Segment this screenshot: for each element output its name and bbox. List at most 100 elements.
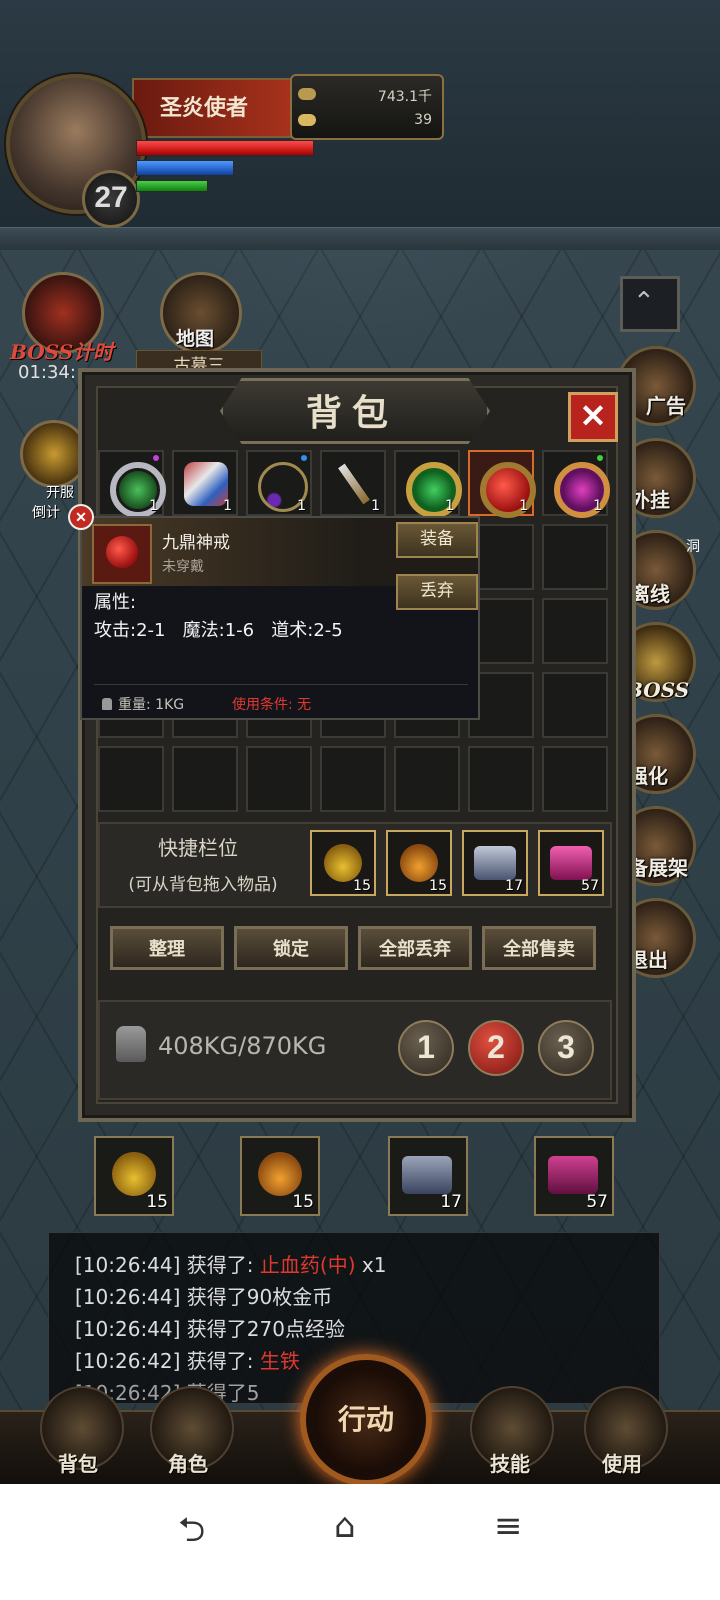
equip-button[interactable]: 装备 xyxy=(396,522,478,558)
inventory-slot[interactable] xyxy=(468,746,534,812)
collapse-up-button[interactable]: ⌃ xyxy=(620,276,680,332)
log-line: [10:26:44] 获得了90枚金币 xyxy=(75,1285,333,1309)
lock-button[interactable]: 锁定 xyxy=(234,926,348,970)
skill-menu-label: 技能 xyxy=(490,1452,530,1476)
inventory-slot[interactable]: 1 xyxy=(320,450,386,516)
quality-dot xyxy=(301,455,307,461)
inventory-slot[interactable] xyxy=(542,672,608,738)
close-button[interactable]: ✕ xyxy=(568,392,618,442)
tooltip-attr-label: 属性: xyxy=(94,592,137,613)
inventory-slot[interactable] xyxy=(542,746,608,812)
hotbar-slot[interactable]: 57 xyxy=(534,1136,614,1216)
item-count: 15 xyxy=(146,1192,168,1212)
hotbar-slot[interactable]: 17 xyxy=(388,1136,468,1216)
tooltip-divider xyxy=(94,684,468,685)
discard-all-button[interactable]: 全部丢弃 xyxy=(358,926,472,970)
hp-bar xyxy=(136,140,314,156)
side-label-display: 备展架 xyxy=(628,856,688,880)
side-label-offline: 离线 xyxy=(630,582,670,606)
exp-bar xyxy=(136,180,208,192)
item-count: 1 xyxy=(445,498,454,514)
quick-slot[interactable]: 17 xyxy=(462,830,528,896)
gold-amount: 743.1千 xyxy=(377,89,432,105)
item-count: 17 xyxy=(505,878,523,894)
tooltip-close-icon[interactable]: ✕ xyxy=(68,504,94,530)
inventory-slot[interactable] xyxy=(542,598,608,664)
action-label: 行动 xyxy=(337,1403,394,1436)
item-count: 1 xyxy=(371,498,380,514)
ingot-amount: 39 xyxy=(414,112,432,128)
system-nav-bar xyxy=(0,1484,720,1600)
item-count: 1 xyxy=(297,498,306,514)
inventory-slot[interactable] xyxy=(172,746,238,812)
boss-timer-time: 01:34: xyxy=(18,362,76,383)
inventory-slot[interactable]: 1 xyxy=(542,450,610,518)
action-button[interactable]: 行动 xyxy=(300,1354,432,1486)
potion-orange-icon xyxy=(258,1152,302,1196)
player-name: 圣炎使者 xyxy=(160,96,249,121)
sell-all-button[interactable]: 全部售卖 xyxy=(482,926,596,970)
item-count: 15 xyxy=(429,878,447,894)
item-count: 1 xyxy=(593,498,602,514)
item-count: 15 xyxy=(292,1192,314,1212)
hotbar-slot[interactable]: 15 xyxy=(240,1136,320,1216)
tooltip-item-name: 九鼎神戒 xyxy=(162,533,230,553)
currency-panel: 743.1千 39 xyxy=(290,74,444,140)
item-tooltip: 九鼎神戒 未穿戴 装备 丢弃 属性: 攻击:2-1 魔法:1-6 道术:2-5 … xyxy=(80,516,480,720)
inventory-slot[interactable]: 1 xyxy=(98,450,166,518)
quick-slot[interactable]: 57 xyxy=(538,830,604,896)
kaifu-label: 开服 xyxy=(46,485,74,501)
menu-icon[interactable]: ≡ xyxy=(494,1506,523,1546)
hotbar-slot[interactable]: 15 xyxy=(94,1136,174,1216)
boss-timer-label: BOSS计时 xyxy=(10,340,114,364)
potion-yellow-icon xyxy=(112,1152,156,1196)
page-button-3[interactable]: 3 xyxy=(538,1020,594,1076)
item-count: 1 xyxy=(223,498,232,514)
inventory-slot[interactable] xyxy=(320,746,386,812)
inventory-slot[interactable] xyxy=(394,746,460,812)
back-icon[interactable]: ⮌ xyxy=(178,1506,205,1563)
scroll-grey-icon xyxy=(402,1156,452,1194)
inventory-slot[interactable]: 1 xyxy=(172,450,238,516)
quick-slot[interactable]: 15 xyxy=(386,830,452,896)
inventory-slot-selected[interactable]: 1 xyxy=(468,450,536,518)
weight-icon xyxy=(116,1026,146,1062)
quick-bar-hint: (可从背包拖入物品) xyxy=(128,875,278,895)
inventory-slot[interactable] xyxy=(246,746,312,812)
quick-bar-label: 快捷栏位 xyxy=(158,836,238,860)
armor-item-icon xyxy=(184,462,228,506)
player-level: 27 xyxy=(82,170,140,228)
quality-dot xyxy=(597,455,603,461)
use-menu-label: 使用 xyxy=(602,1452,642,1476)
side-edge-text: 洞 xyxy=(686,539,700,555)
blade-item-icon xyxy=(338,463,370,505)
inventory-slot[interactable]: 1 xyxy=(394,450,462,518)
home-icon[interactable]: ⌂ xyxy=(334,1506,356,1546)
side-label-ad: 广告 xyxy=(646,394,686,418)
quality-dot xyxy=(153,455,159,461)
countdown-label: 倒计 xyxy=(32,505,60,521)
ingot-icon xyxy=(298,114,316,126)
sort-button[interactable]: 整理 xyxy=(110,926,224,970)
gold-icon xyxy=(298,88,316,100)
inventory-slot[interactable] xyxy=(98,746,164,812)
tooltip-item-icon xyxy=(92,524,152,584)
discard-button[interactable]: 丢弃 xyxy=(396,574,478,610)
item-count: 17 xyxy=(440,1192,462,1212)
item-count: 15 xyxy=(353,878,371,894)
item-count: 57 xyxy=(586,1192,608,1212)
quick-slot[interactable]: 15 xyxy=(310,830,376,896)
log-line: [10:26:44] 获得了: 止血药(中) x1 xyxy=(75,1253,387,1277)
inventory-slot[interactable]: 1 xyxy=(246,450,312,516)
inventory-slot[interactable] xyxy=(542,524,608,590)
item-count: 57 xyxy=(581,878,599,894)
role-menu-label: 角色 xyxy=(168,1452,208,1476)
page-button-2[interactable]: 2 xyxy=(468,1020,524,1076)
scroll-grey-icon xyxy=(474,846,516,880)
page-button-1[interactable]: 1 xyxy=(398,1020,454,1076)
bag-title: 背包 xyxy=(305,392,398,434)
bag-menu-label: 背包 xyxy=(58,1452,98,1476)
scroll-pink-icon xyxy=(550,846,592,880)
bag-weight: 408KG/870KG xyxy=(158,1032,327,1060)
log-line: [10:26:42] 获得了: 生铁 xyxy=(75,1349,300,1373)
